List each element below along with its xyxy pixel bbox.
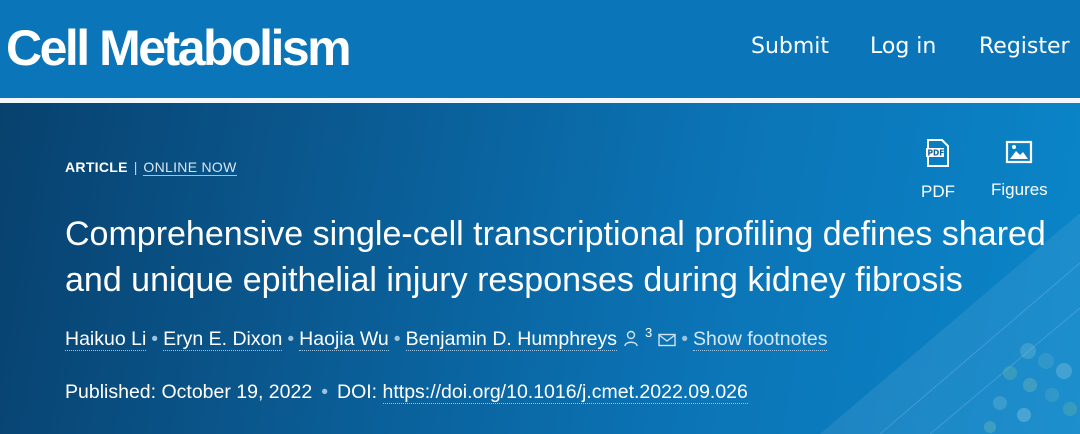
author-separator: • bbox=[287, 328, 295, 350]
published-date: October 19, 2022 bbox=[161, 381, 313, 403]
type-separator: | bbox=[133, 159, 138, 175]
author-separator: • bbox=[151, 328, 159, 350]
author-link[interactable]: Eryn E. Dixon bbox=[163, 328, 283, 351]
published-label: Published: bbox=[65, 381, 157, 403]
submit-link[interactable]: Submit bbox=[751, 32, 829, 62]
article-title: Comprehensive single-cell transcriptiona… bbox=[65, 215, 1046, 299]
author-superscript: 3 bbox=[644, 325, 653, 340]
register-link[interactable]: Register bbox=[979, 32, 1070, 62]
pdf-icon: PDF bbox=[926, 139, 949, 167]
journal-logo[interactable]: Cell Metabolism bbox=[6, 18, 352, 78]
author-link[interactable]: Haikuo Li bbox=[65, 328, 147, 351]
doi-link[interactable]: https://doi.org/10.1016/j.cmet.2022.09.0… bbox=[382, 381, 748, 404]
article-type: ARTICLE bbox=[65, 159, 128, 175]
figures-label: Figures bbox=[991, 180, 1048, 199]
pdf-label: PDF bbox=[921, 182, 955, 201]
article-type-row: ARTICLE | ONLINE NOW bbox=[65, 158, 237, 176]
site-header: Cell Metabolism Submit Log in Register bbox=[0, 0, 1080, 98]
author-list: Haikuo Li • Eryn E. Dixon • Haojia Wu • Benjam… bbox=[65, 325, 828, 354]
doi-label: DOI: bbox=[337, 381, 378, 403]
online-now-link[interactable]: ONLINE NOW bbox=[143, 159, 237, 176]
figures-button[interactable]: Figures bbox=[991, 139, 1048, 201]
author-separator: • bbox=[393, 328, 401, 350]
article-header: ARTICLE | ONLINE NOW PDF PDF Figures Compr… bbox=[0, 103, 1080, 434]
author-separator: • bbox=[681, 328, 689, 350]
pdf-button[interactable]: PDF PDF bbox=[921, 139, 955, 203]
author-link[interactable]: Haojia Wu bbox=[299, 328, 389, 351]
person-icon[interactable] bbox=[623, 328, 639, 354]
show-footnotes-link[interactable]: Show footnotes bbox=[693, 328, 828, 351]
svg-text:PDF: PDF bbox=[928, 149, 945, 158]
email-icon[interactable] bbox=[658, 328, 676, 354]
publication-info: Published: October 19, 2022 • DOI: https:/… bbox=[65, 379, 748, 405]
author-link[interactable]: Benjamin D. Humphreys bbox=[405, 328, 617, 351]
pub-separator: • bbox=[321, 381, 329, 403]
figures-icon bbox=[1006, 140, 1033, 164]
login-link[interactable]: Log in bbox=[870, 32, 936, 62]
